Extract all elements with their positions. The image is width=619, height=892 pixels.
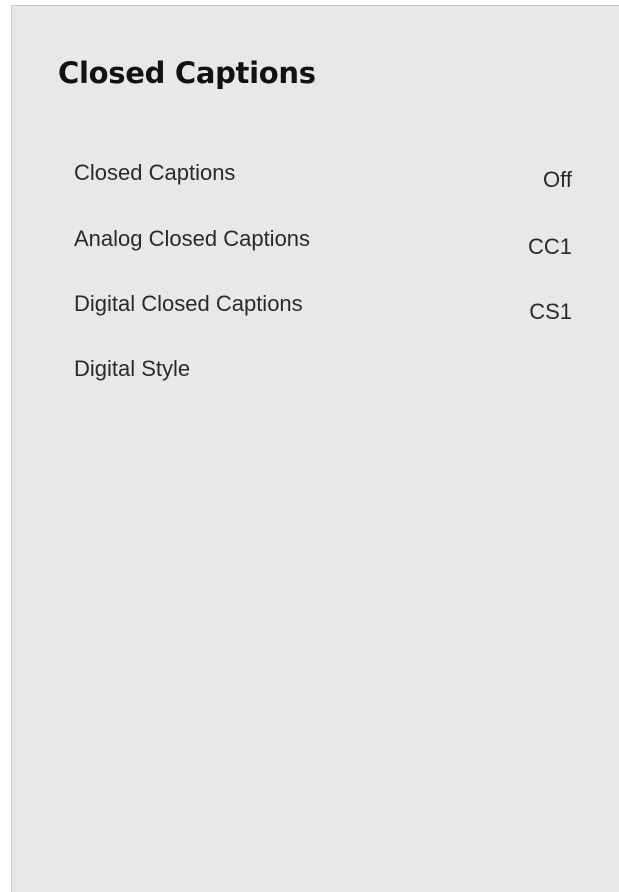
menu-item-label: Closed Captions bbox=[74, 160, 236, 185]
menu-item-closed-captions[interactable]: Closed Captions Off bbox=[74, 160, 594, 196]
menu-item-analog-closed-captions[interactable]: Analog Closed Captions CC1 bbox=[74, 226, 594, 262]
menu-item-value: CS1 bbox=[529, 299, 572, 324]
menu-title: Closed Captions bbox=[58, 56, 316, 90]
menu-item-digital-closed-captions[interactable]: Digital Closed Captions CS1 bbox=[74, 291, 594, 327]
menu-item-label: Digital Closed Captions bbox=[74, 291, 303, 316]
menu-item-label: Analog Closed Captions bbox=[74, 226, 311, 251]
menu-item-value: CC1 bbox=[527, 234, 572, 259]
menu-item-label: Digital Style bbox=[74, 356, 191, 381]
menu-item-digital-style[interactable]: Digital Style bbox=[74, 356, 594, 392]
menu-item-value: Off bbox=[543, 167, 572, 192]
closed-captions-menu-panel: Closed Captions Closed Captions Off Anal… bbox=[11, 5, 619, 892]
